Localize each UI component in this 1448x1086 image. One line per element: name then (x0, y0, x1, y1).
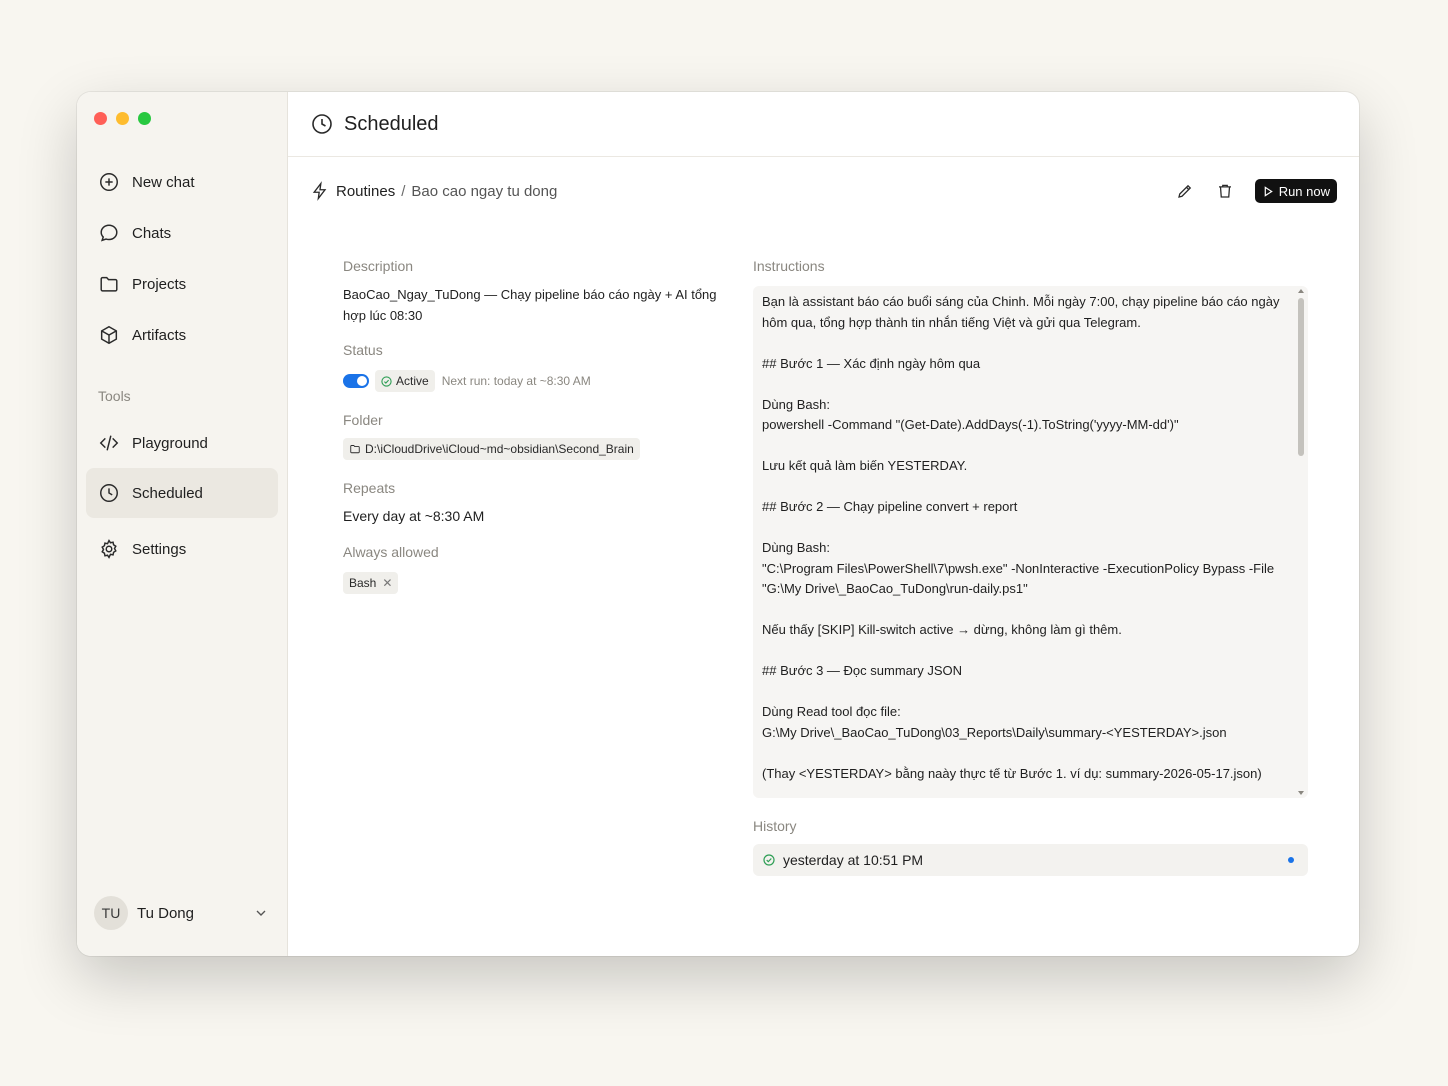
sidebar-item-label: Projects (132, 275, 187, 293)
pencil-icon (1177, 184, 1191, 198)
status-toggle[interactable] (343, 374, 369, 388)
avatar: TU (94, 896, 128, 930)
breadcrumb-separator: / (401, 182, 406, 200)
sidebar: New chat Chats Projects Artifacts Tools … (77, 92, 288, 956)
instructions-box[interactable]: Bạn là assistant báo cáo buổi sáng của C… (753, 286, 1308, 798)
chevron-down-icon (256, 910, 266, 916)
sidebar-item-chats[interactable]: Chats (86, 208, 278, 258)
scroll-down-arrow[interactable] (1298, 791, 1304, 795)
clock-icon (312, 114, 332, 134)
folder-path: D:\iCloudDrive\iCloud~md~obsidian\Second… (365, 442, 634, 456)
routine-actions: Run now (1175, 179, 1337, 203)
close-window-button[interactable] (94, 112, 107, 125)
chat-bubble-icon (100, 224, 118, 242)
check-circle-icon (763, 854, 775, 866)
history-time: yesterday at 10:51 PM (783, 852, 924, 868)
window-controls (94, 112, 151, 125)
sidebar-item-label: New chat (132, 173, 195, 191)
history-label: History (753, 818, 797, 834)
bolt-icon (312, 181, 327, 201)
folder-icon (350, 445, 360, 454)
sidebar-item-label: Settings (132, 540, 187, 558)
allowed-tool-label: Bash (349, 576, 377, 590)
repeats-value: Every day at ~8:30 AM (343, 508, 485, 524)
delete-button[interactable] (1215, 181, 1235, 201)
user-name: Tu Dong (137, 904, 194, 922)
check-circle-icon (381, 375, 392, 387)
folder-icon (100, 276, 118, 292)
status-value: Active (396, 374, 429, 388)
sidebar-item-label: Scheduled (132, 484, 203, 502)
sidebar-item-label: Playground (132, 434, 208, 452)
allowed-tool-tag: Bash ✕ (343, 572, 399, 594)
tools-section-label: Tools (98, 388, 131, 404)
next-run-text: Next run: today at ~8:30 AM (441, 374, 591, 388)
status-badge: Active (375, 370, 435, 392)
status-row: Active Next run: today at ~8:30 AM (343, 370, 743, 392)
trash-icon (1218, 184, 1231, 198)
description-text: BaoCao_Ngay_TuDong — Chạy pipeline báo c… (343, 287, 717, 323)
instructions-text: Bạn là assistant báo cáo buổi sáng của C… (762, 294, 1280, 781)
run-now-label: Run now (1278, 183, 1330, 199)
play-icon (1264, 185, 1273, 197)
cube-icon (100, 325, 118, 345)
sidebar-item-scheduled[interactable]: Scheduled (86, 468, 278, 518)
instructions-panel: Instructions Bạn là assistant báo cáo bu… (753, 258, 1308, 876)
sidebar-item-label: Chats (132, 224, 172, 242)
main-panel: Scheduled Routines / Bao cao ngay tu don… (288, 92, 1359, 956)
always-allowed-label: Always allowed (343, 544, 439, 560)
sidebar-item-settings[interactable]: Settings (86, 524, 278, 574)
sidebar-item-artifacts[interactable]: Artifacts (86, 310, 278, 360)
page-title: Scheduled (344, 112, 439, 135)
plus-circle-icon (100, 173, 118, 191)
scroll-up-arrow[interactable] (1298, 289, 1304, 293)
code-icon (99, 435, 119, 451)
gear-icon (101, 539, 117, 559)
breadcrumb-current: Bao cao ngay tu dong (411, 182, 558, 200)
sidebar-item-new-chat[interactable]: New chat (86, 157, 278, 207)
run-now-button[interactable]: Run now (1254, 179, 1337, 203)
routine-details: Description BaoCao_Ngay_TuDong — Chạy pi… (343, 258, 743, 594)
sidebar-item-label: Artifacts (132, 326, 187, 344)
unread-dot (1288, 857, 1294, 863)
edit-button[interactable] (1175, 181, 1195, 201)
minimize-window-button[interactable] (116, 112, 129, 125)
folder-label: Folder (343, 412, 383, 428)
instructions-scrollbar[interactable] (1296, 286, 1306, 798)
maximize-window-button[interactable] (138, 112, 151, 125)
breadcrumb-routines-link[interactable]: Routines (336, 183, 395, 200)
user-menu[interactable]: TU Tu Dong (94, 895, 269, 931)
header: Scheduled (288, 92, 1359, 157)
sidebar-item-playground[interactable]: Playground (86, 418, 278, 468)
scrollbar-thumb[interactable] (1298, 298, 1304, 456)
status-label: Status (343, 342, 383, 358)
breadcrumb: Routines / Bao cao ngay tu dong Run now (310, 179, 1337, 203)
repeats-label: Repeats (343, 480, 396, 496)
app-window: New chat Chats Projects Artifacts Tools … (77, 92, 1359, 956)
sidebar-item-projects[interactable]: Projects (86, 259, 278, 309)
clock-icon (100, 484, 118, 502)
folder-path-chip[interactable]: D:\iCloudDrive\iCloud~md~obsidian\Second… (343, 438, 640, 460)
history-item[interactable]: yesterday at 10:51 PM (753, 844, 1308, 876)
remove-tag-icon[interactable]: ✕ (382, 576, 392, 590)
description-label: Description (343, 258, 414, 274)
instructions-label: Instructions (753, 258, 825, 274)
